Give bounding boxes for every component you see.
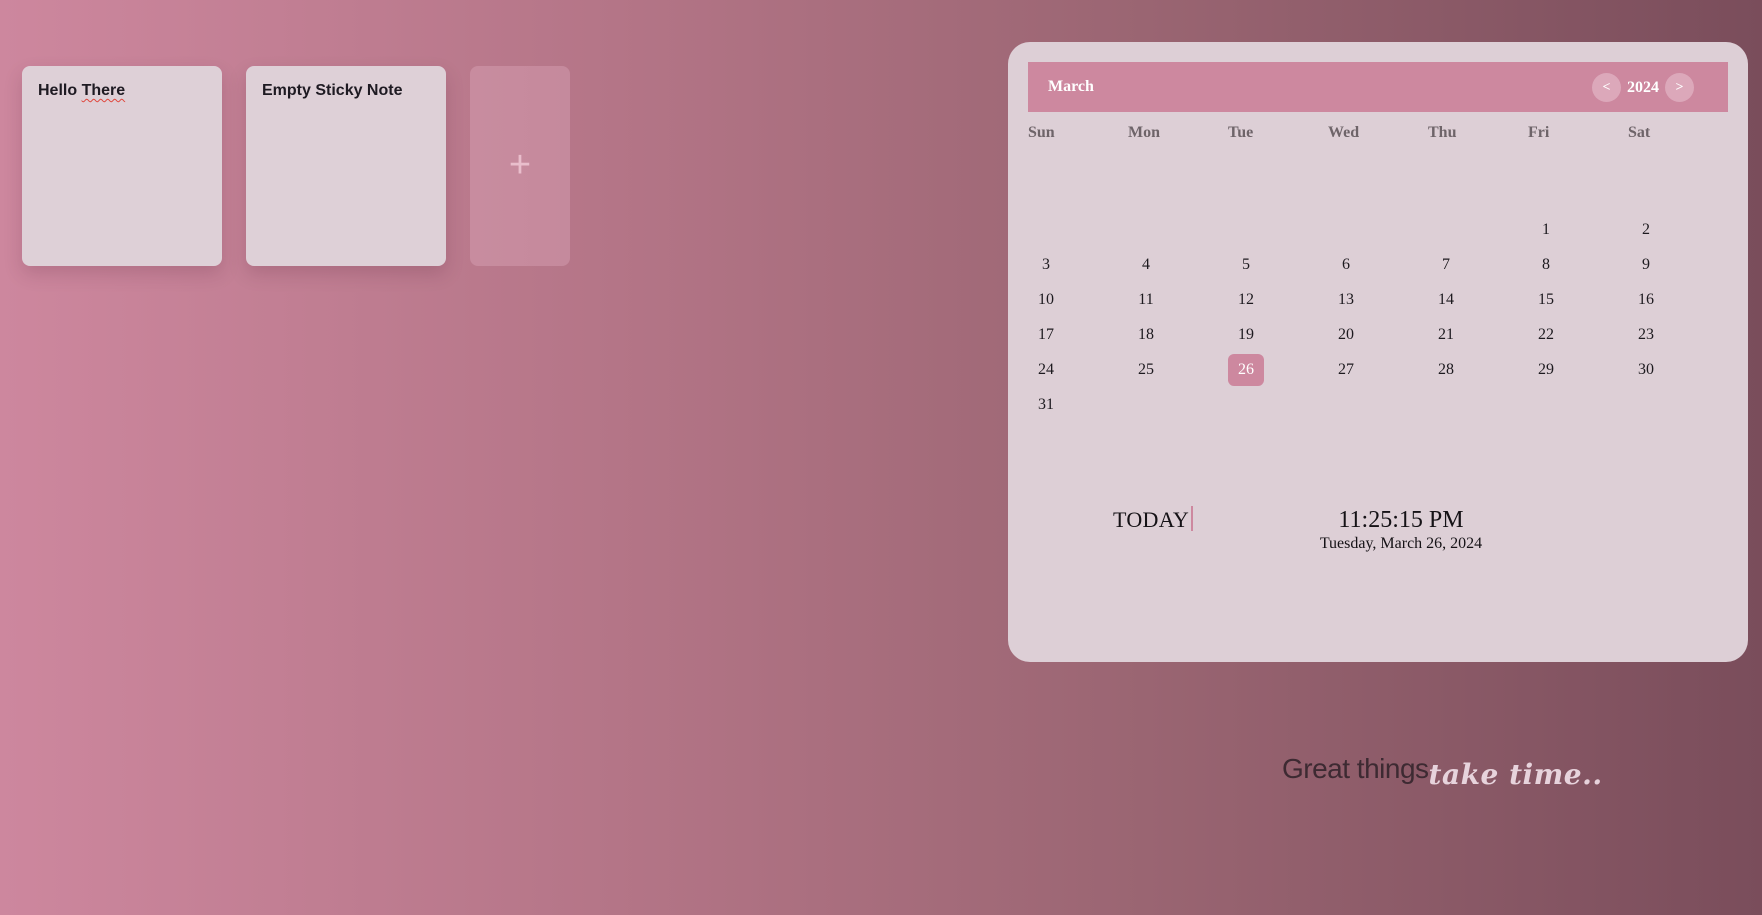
calendar-day[interactable]: 25 — [1128, 354, 1164, 386]
weekday-label: Fri — [1528, 124, 1550, 141]
weekday-label: Mon — [1128, 124, 1160, 141]
calendar-day[interactable]: 13 — [1328, 284, 1364, 316]
calendar-day-selected[interactable]: 26 — [1228, 354, 1264, 386]
sticky-note[interactable]: Empty Sticky Note — [246, 66, 446, 266]
calendar-day[interactable]: 18 — [1128, 319, 1164, 351]
calendar-day[interactable]: 3 — [1028, 249, 1064, 281]
calendar-day[interactable]: 24 — [1028, 354, 1064, 386]
sticky-note[interactable]: Hello There — [22, 66, 222, 266]
today-label: TODAY — [1113, 507, 1190, 532]
plus-icon: + — [508, 144, 532, 186]
calendar-day[interactable]: 6 — [1328, 249, 1364, 281]
quote-script-text: take time.. — [1428, 758, 1603, 791]
calendar-day[interactable]: 31 — [1028, 389, 1064, 421]
next-year-button[interactable]: > — [1665, 73, 1694, 102]
calendar-day[interactable]: 20 — [1328, 319, 1364, 351]
weekday-header-row: Sun Mon Tue Wed Thu Fri Sat — [1028, 121, 1728, 145]
calendar-year-nav: < 2024 > — [1592, 73, 1694, 102]
calendar-day[interactable]: 19 — [1228, 319, 1264, 351]
calendar-day[interactable]: 16 — [1628, 284, 1664, 316]
weekday-label: Wed — [1328, 124, 1360, 141]
clock-display: 11:25:15 PM Tuesday, March 26, 2024 — [1290, 506, 1512, 554]
calendar-day[interactable]: 2 — [1628, 214, 1664, 246]
calendar-days-grid: 1 2 3 4 5 6 7 8 9 10 11 12 13 14 15 16 17 18 19 20 21 22 23 24 2… — [1028, 214, 1728, 424]
calendar-day[interactable]: 5 — [1228, 249, 1264, 281]
calendar-header: March < 2024 > — [1028, 62, 1728, 112]
prev-year-button[interactable]: < — [1592, 73, 1621, 102]
weekday-label: Sat — [1628, 124, 1651, 141]
calendar-day[interactable]: 30 — [1628, 354, 1664, 386]
calendar-day[interactable]: 8 — [1528, 249, 1564, 281]
calendar-day[interactable]: 11 — [1128, 284, 1164, 316]
calendar-day[interactable]: 29 — [1528, 354, 1564, 386]
calendar-widget: March < 2024 > Sun Mon Tue Wed Thu Fri S… — [1008, 42, 1748, 662]
calendar-empty-cell — [1128, 214, 1228, 249]
calendar-empty-cell — [1328, 214, 1428, 249]
calendar-empty-cell — [1228, 214, 1328, 249]
weekday-label: Sun — [1028, 124, 1055, 141]
calendar-empty-cell — [1428, 214, 1528, 249]
calendar-year: 2024 — [1627, 78, 1659, 96]
add-note-button[interactable]: + — [470, 66, 570, 266]
sticky-note-title-word: There — [81, 82, 126, 99]
weekday-label: Tue — [1228, 124, 1254, 141]
sticky-note-title-word: Hello — [38, 82, 78, 99]
motivational-quote: Great thingstake time.. — [1282, 752, 1603, 791]
calendar-day[interactable]: 27 — [1328, 354, 1364, 386]
quote-plain-text: Great things — [1282, 753, 1429, 784]
calendar-day[interactable]: 12 — [1228, 284, 1264, 316]
calendar-day[interactable]: 28 — [1428, 354, 1464, 386]
sticky-note-title[interactable]: Empty Sticky Note — [262, 81, 430, 100]
text-cursor — [1191, 506, 1194, 531]
calendar-day[interactable]: 14 — [1428, 284, 1464, 316]
calendar-day[interactable]: 10 — [1028, 284, 1064, 316]
clock-date: Tuesday, March 26, 2024 — [1319, 535, 1483, 552]
calendar-empty-cell — [1028, 214, 1128, 249]
calendar-day[interactable]: 17 — [1028, 319, 1064, 351]
calendar-month: March — [1048, 78, 1094, 95]
calendar-day[interactable]: 4 — [1128, 249, 1164, 281]
weekday-label: Thu — [1428, 124, 1457, 141]
calendar-day[interactable]: 23 — [1628, 319, 1664, 351]
clock-time: 11:25:15 PM — [1338, 507, 1464, 533]
calendar-day[interactable]: 15 — [1528, 284, 1564, 316]
calendar-day[interactable]: 1 — [1528, 214, 1564, 246]
sticky-note-title[interactable]: Hello There — [38, 81, 206, 100]
calendar-day[interactable]: 9 — [1628, 249, 1664, 281]
calendar-day[interactable]: 22 — [1528, 319, 1564, 351]
today-button[interactable]: TODAY — [1113, 506, 1194, 533]
calendar-day[interactable]: 21 — [1428, 319, 1464, 351]
calendar-day[interactable]: 7 — [1428, 249, 1464, 281]
